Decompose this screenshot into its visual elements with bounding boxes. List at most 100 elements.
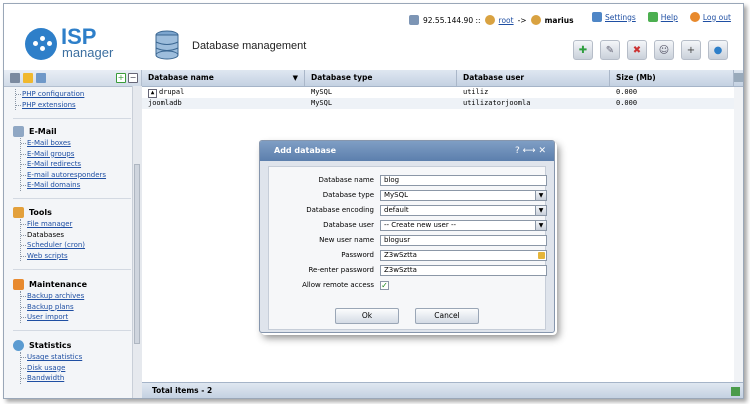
- sidebar-item-scheduler[interactable]: Scheduler (cron): [21, 240, 131, 251]
- email-icon: [13, 125, 24, 137]
- table-header: Database name ▼ Database type Database u…: [142, 70, 743, 87]
- field-label: Database type: [322, 191, 374, 199]
- add-database-dialog: Add database ? ⟷ ✕ Database name blog Da…: [259, 140, 555, 333]
- form-row: Database type MySQL ▼: [269, 190, 547, 203]
- sidebar-item-email-groups[interactable]: E-Mail groups: [21, 149, 131, 160]
- table-row[interactable]: joomladb MySQL utilizatorjoomla 0.000: [142, 98, 743, 109]
- divider: [13, 269, 131, 270]
- web-button[interactable]: ●: [708, 40, 728, 60]
- section-title[interactable]: Maintenance: [13, 277, 131, 291]
- select-value: MySQL: [384, 191, 409, 199]
- logout-link[interactable]: Log out: [689, 12, 731, 22]
- star-icon[interactable]: [23, 73, 33, 83]
- section-title-label: Statistics: [29, 340, 72, 350]
- statistics-icon: [13, 339, 24, 351]
- sidebar-item-databases[interactable]: Databases: [21, 230, 131, 241]
- divider: [13, 330, 131, 331]
- menu-icon[interactable]: [10, 73, 20, 83]
- user-icon: [530, 15, 541, 25]
- reenter-password-input[interactable]: Z3wSztta: [380, 265, 547, 276]
- form-row: Password Z3wSztta: [269, 250, 547, 263]
- sidebar-item-file-manager[interactable]: File manager: [21, 219, 131, 230]
- root-user-link[interactable]: root: [499, 16, 514, 25]
- user-bar: 92.55.144.90 :: root -> marius: [409, 12, 574, 28]
- field-label: New user name: [319, 236, 374, 244]
- field-label: Password: [341, 251, 374, 259]
- field-label: Allow remote access: [302, 281, 374, 289]
- column-header[interactable]: Database user: [457, 70, 610, 86]
- sidebar-item-php-extensions[interactable]: PHP extensions: [16, 100, 131, 111]
- section-title[interactable]: Tools: [13, 205, 131, 219]
- collapse-all-icon[interactable]: −: [128, 73, 138, 83]
- column-header[interactable]: Database type: [305, 70, 457, 86]
- table-cell: 0.000: [616, 99, 638, 107]
- section-title-label: Maintenance: [29, 279, 88, 289]
- password-input[interactable]: Z3wSztta: [380, 250, 547, 261]
- users-button[interactable]: ☺: [654, 40, 674, 60]
- settings-link[interactable]: Settings: [592, 12, 636, 22]
- edit-button[interactable]: ✎: [600, 40, 620, 60]
- table-row[interactable]: ▲ drupal MySQL utiliz 0.000: [142, 87, 743, 98]
- plus-icon: +: [686, 44, 696, 56]
- sidebar-item-user-import[interactable]: User import: [21, 312, 131, 323]
- divider: [13, 118, 131, 119]
- table-scrollbar[interactable]: [734, 87, 743, 382]
- help-link[interactable]: Help: [647, 12, 678, 22]
- sidebar-item-email-redirects[interactable]: E-Mail redirects: [21, 159, 131, 170]
- section-title[interactable]: E-Mail: [13, 124, 131, 138]
- column-header[interactable]: Database name ▼: [142, 70, 305, 86]
- field-label: Re-enter password: [308, 266, 374, 274]
- ip-address: 92.55.144.90 ::: [423, 15, 481, 25]
- expand-all-icon[interactable]: +: [116, 73, 126, 83]
- sidebar-item-email-boxes[interactable]: E-Mail boxes: [21, 138, 131, 149]
- delete-button[interactable]: ✖: [627, 40, 647, 60]
- ok-button[interactable]: Ok: [335, 308, 399, 324]
- table-settings-icon[interactable]: [734, 73, 743, 82]
- cancel-button[interactable]: Cancel: [415, 308, 479, 324]
- chevron-down-icon[interactable]: ▼: [535, 206, 546, 215]
- database-encoding-select[interactable]: default ▼: [380, 205, 547, 216]
- sidebar-item-backup-plans[interactable]: Backup plans: [21, 302, 131, 313]
- database-user-select[interactable]: -- Create new user -- ▼: [380, 220, 547, 231]
- logout-link-label[interactable]: Log out: [703, 13, 731, 22]
- key-icon[interactable]: [538, 252, 545, 259]
- sidebar-item-disk-usage[interactable]: Disk usage: [21, 363, 131, 374]
- sidebar-scrollbar[interactable]: [132, 86, 142, 398]
- new-button[interactable]: +: [681, 40, 701, 60]
- column-header[interactable]: Size (Mb): [610, 70, 734, 86]
- sidebar-item-web-scripts[interactable]: Web scripts: [21, 251, 131, 262]
- sidebar-item-email-autoresponders[interactable]: E-mail autoresponders: [21, 170, 131, 181]
- top-links: Settings Help Log out: [592, 12, 731, 22]
- sidebar-item-usage-statistics[interactable]: Usage statistics: [21, 352, 131, 363]
- table-cell: joomladb: [148, 99, 182, 107]
- export-icon[interactable]: [731, 387, 740, 396]
- sidebar-item-backup-archives[interactable]: Backup archives: [21, 291, 131, 302]
- expand-icon[interactable]: ▲: [148, 89, 157, 98]
- sidebar-toolbar: + −: [4, 70, 141, 87]
- chevron-down-icon[interactable]: ▼: [535, 191, 546, 200]
- help-link-label[interactable]: Help: [661, 13, 678, 22]
- header: ISP manager Database management 92.55.14…: [4, 4, 743, 70]
- scroll-thumb[interactable]: [134, 164, 140, 344]
- sidebar-item-email-domains[interactable]: E-Mail domains: [21, 180, 131, 191]
- database-type-select[interactable]: MySQL ▼: [380, 190, 547, 201]
- form-row: New user name blogusr: [269, 235, 547, 248]
- new-user-name-input[interactable]: blogusr: [380, 235, 547, 246]
- chevron-down-icon[interactable]: ▼: [535, 221, 546, 230]
- dialog-controls[interactable]: ? ⟷ ✕: [515, 141, 546, 161]
- home-icon[interactable]: [36, 73, 46, 83]
- sidebar-item-bandwidth[interactable]: Bandwidth: [21, 373, 131, 384]
- table-cell: ▲ drupal: [142, 87, 305, 98]
- section-title[interactable]: Statistics: [13, 338, 131, 352]
- sidebar-item-php-configuration[interactable]: PHP configuration: [16, 89, 131, 100]
- database-name-input[interactable]: blog: [380, 175, 547, 186]
- field-label: Database encoding: [306, 206, 374, 214]
- allow-remote-access-checkbox[interactable]: ✓: [380, 281, 389, 290]
- add-database-button[interactable]: ✚: [573, 40, 593, 60]
- dialog-title-bar[interactable]: Add database: [260, 141, 554, 161]
- divider: [13, 198, 131, 199]
- settings-link-label[interactable]: Settings: [605, 13, 636, 22]
- form-row: Database encoding default ▼: [269, 205, 547, 218]
- column-header-label: Size (Mb): [616, 73, 656, 82]
- maintenance-icon: [13, 278, 24, 290]
